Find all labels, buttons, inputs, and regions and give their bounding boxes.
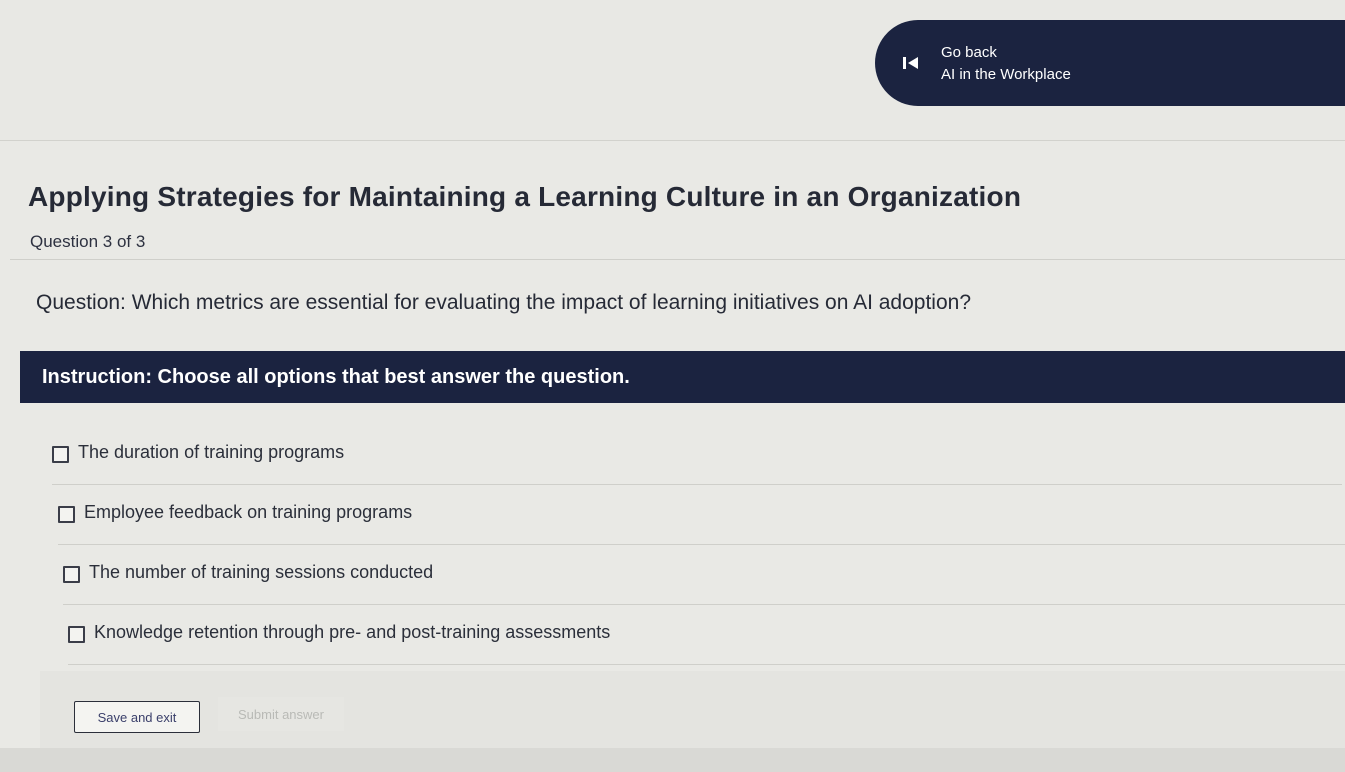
save-and-exit-button[interactable]: Save and exit bbox=[74, 701, 200, 733]
go-back-label: Go back bbox=[941, 44, 997, 61]
course-name: AI in the Workplace bbox=[941, 66, 1071, 83]
instruction-bar: Instruction: Choose all options that bes… bbox=[20, 351, 1345, 403]
question-text: Question: Which metrics are essential fo… bbox=[36, 291, 972, 314]
divider bbox=[10, 259, 1345, 260]
question-count: Question 3 of 3 bbox=[30, 232, 146, 251]
answer-option-label: The number of training sessions conducte… bbox=[89, 562, 434, 582]
question-card: Applying Strategies for Maintaining a Le… bbox=[0, 141, 1345, 772]
checkbox[interactable] bbox=[68, 626, 85, 643]
go-back-text: Go back AI in the Workplace bbox=[941, 44, 1071, 86]
submit-answer-button[interactable]: Submit answer bbox=[218, 697, 344, 731]
skip-back-icon bbox=[903, 56, 919, 70]
answer-option[interactable]: Employee feedback on training programs bbox=[58, 488, 1345, 545]
bottom-edge bbox=[0, 748, 1345, 772]
answer-option-label: Knowledge retention through pre- and pos… bbox=[94, 622, 611, 642]
answer-option[interactable]: Knowledge retention through pre- and pos… bbox=[68, 608, 1345, 665]
answer-option-label: Employee feedback on training programs bbox=[84, 502, 413, 522]
answer-option[interactable]: The number of training sessions conducte… bbox=[63, 548, 1345, 605]
checkbox[interactable] bbox=[58, 506, 75, 523]
go-back-button[interactable]: Go back AI in the Workplace bbox=[875, 20, 1345, 106]
answer-option[interactable]: The duration of training programs bbox=[52, 428, 1342, 485]
checkbox[interactable] bbox=[52, 446, 69, 463]
page-title: Applying Strategies for Maintaining a Le… bbox=[28, 181, 1022, 212]
instruction-text: Instruction: Choose all options that bes… bbox=[42, 366, 630, 388]
checkbox[interactable] bbox=[63, 566, 80, 583]
answer-option-label: The duration of training programs bbox=[78, 442, 345, 462]
top-bar: Go back AI in the Workplace bbox=[0, 0, 1345, 141]
